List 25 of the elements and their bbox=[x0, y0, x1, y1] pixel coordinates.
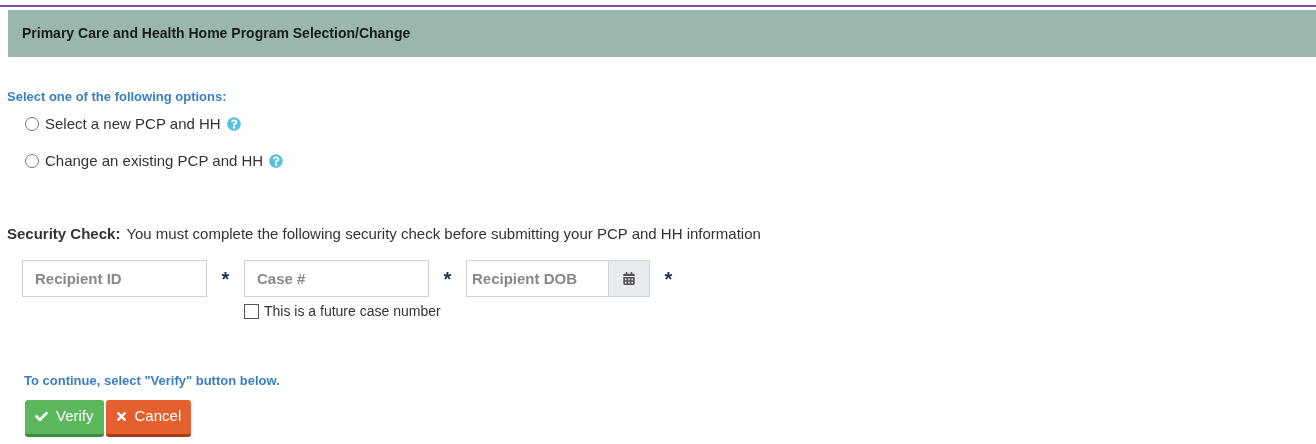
checkbox-label: This is a future case number bbox=[264, 302, 441, 321]
security-label: Security Check: bbox=[7, 223, 121, 244]
radio-button[interactable] bbox=[25, 116, 39, 131]
calendar-icon bbox=[623, 272, 635, 285]
checkbox[interactable] bbox=[244, 304, 259, 319]
security-text: You must complete the following security check before submitting your PCP and HH information bbox=[126, 223, 761, 244]
required-mark: * bbox=[442, 266, 453, 292]
close-icon bbox=[115, 410, 127, 423]
option-label: Select a new PCP and HH bbox=[45, 113, 221, 134]
date-field[interactable]: Recipient DOB bbox=[466, 260, 609, 297]
input-field[interactable]: Case # bbox=[244, 260, 429, 297]
option-label: Change an existing PCP and HH bbox=[45, 151, 264, 171]
instruction-text: To continue, select "Verify" button below. bbox=[23, 372, 281, 390]
options-heading: Select one of the following options: bbox=[7, 88, 228, 106]
verify-button[interactable]: Verify bbox=[25, 399, 104, 437]
calendar-button[interactable] bbox=[609, 260, 650, 297]
help-icon[interactable] bbox=[226, 116, 241, 131]
required-mark: * bbox=[663, 266, 674, 292]
radio-button[interactable] bbox=[25, 154, 39, 169]
required-mark: * bbox=[220, 266, 231, 292]
section-title: Primary Care and Health Home Program Selection/Change bbox=[22, 24, 411, 43]
check-icon bbox=[35, 410, 48, 423]
input-field[interactable]: Recipient ID bbox=[22, 260, 207, 297]
help-icon[interactable] bbox=[269, 154, 284, 169]
cancel-button[interactable]: Cancel bbox=[105, 399, 192, 437]
